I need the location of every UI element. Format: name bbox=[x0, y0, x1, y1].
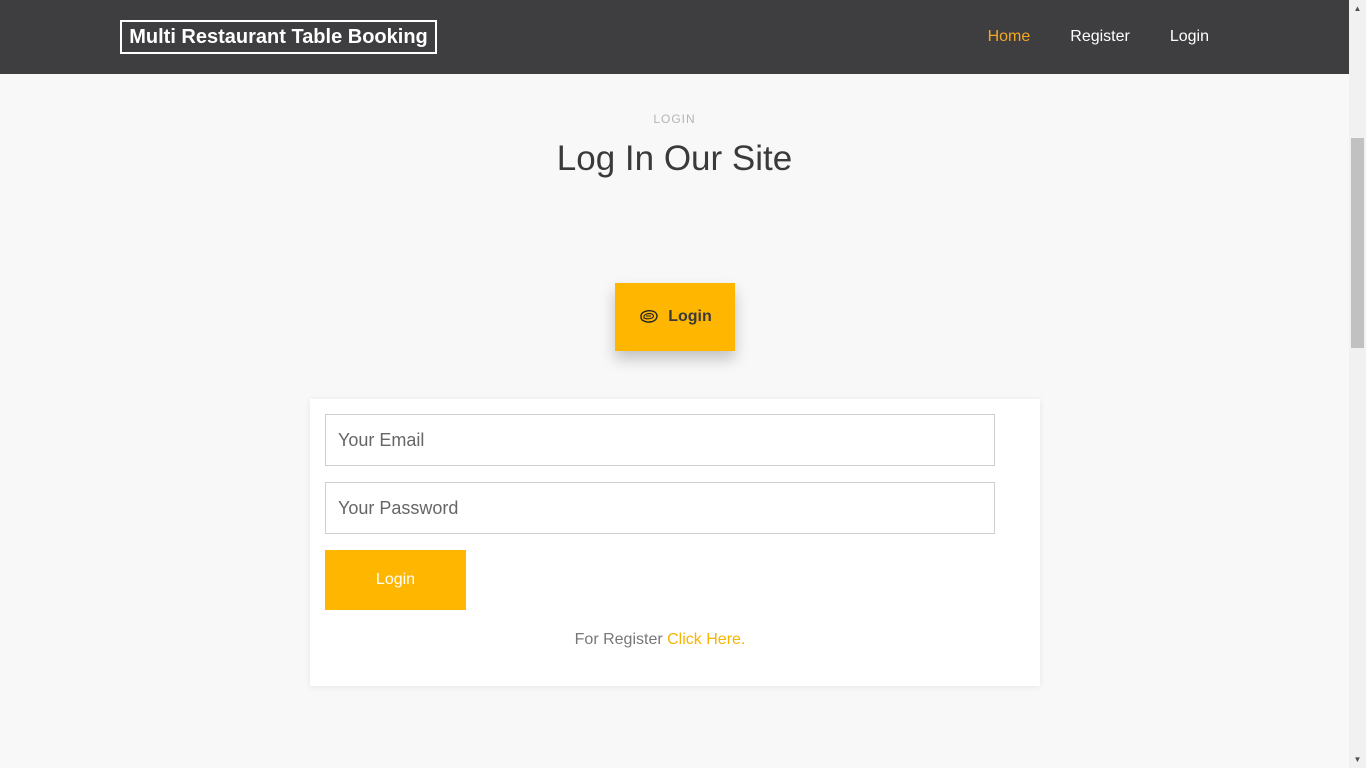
meat-steak-icon bbox=[638, 309, 660, 325]
email-input[interactable] bbox=[325, 414, 995, 466]
password-input[interactable] bbox=[325, 482, 995, 534]
page-title: Log In Our Site bbox=[556, 139, 793, 178]
scrollbar-thumb[interactable] bbox=[1351, 138, 1364, 348]
scroll-down-arrow-icon[interactable]: ▼ bbox=[1349, 751, 1366, 768]
login-submit-button[interactable]: Login bbox=[325, 550, 466, 610]
top-navbar: Multi Restaurant Table Booking Home Regi… bbox=[0, 0, 1349, 74]
tab-login-label: Login bbox=[668, 308, 712, 325]
site-brand[interactable]: Multi Restaurant Table Booking bbox=[120, 20, 437, 54]
nav-link-home[interactable]: Home bbox=[988, 27, 1031, 47]
register-link[interactable]: Click Here. bbox=[667, 631, 745, 648]
nav-links: Home Register Login bbox=[988, 27, 1209, 47]
tab-login[interactable]: Login bbox=[615, 283, 735, 351]
scroll-up-arrow-icon[interactable]: ▲ bbox=[1349, 0, 1366, 17]
nav-link-login[interactable]: Login bbox=[1170, 27, 1209, 47]
register-prefix-text: For Register bbox=[574, 631, 663, 648]
page-scrollbar[interactable]: ▲ ▼ bbox=[1349, 0, 1366, 768]
login-form-card: Login For Register Click Here. bbox=[310, 399, 1040, 686]
register-prompt: For Register Click Here. bbox=[310, 631, 1010, 649]
nav-link-register[interactable]: Register bbox=[1070, 27, 1130, 47]
section-label: LOGIN bbox=[653, 112, 696, 126]
